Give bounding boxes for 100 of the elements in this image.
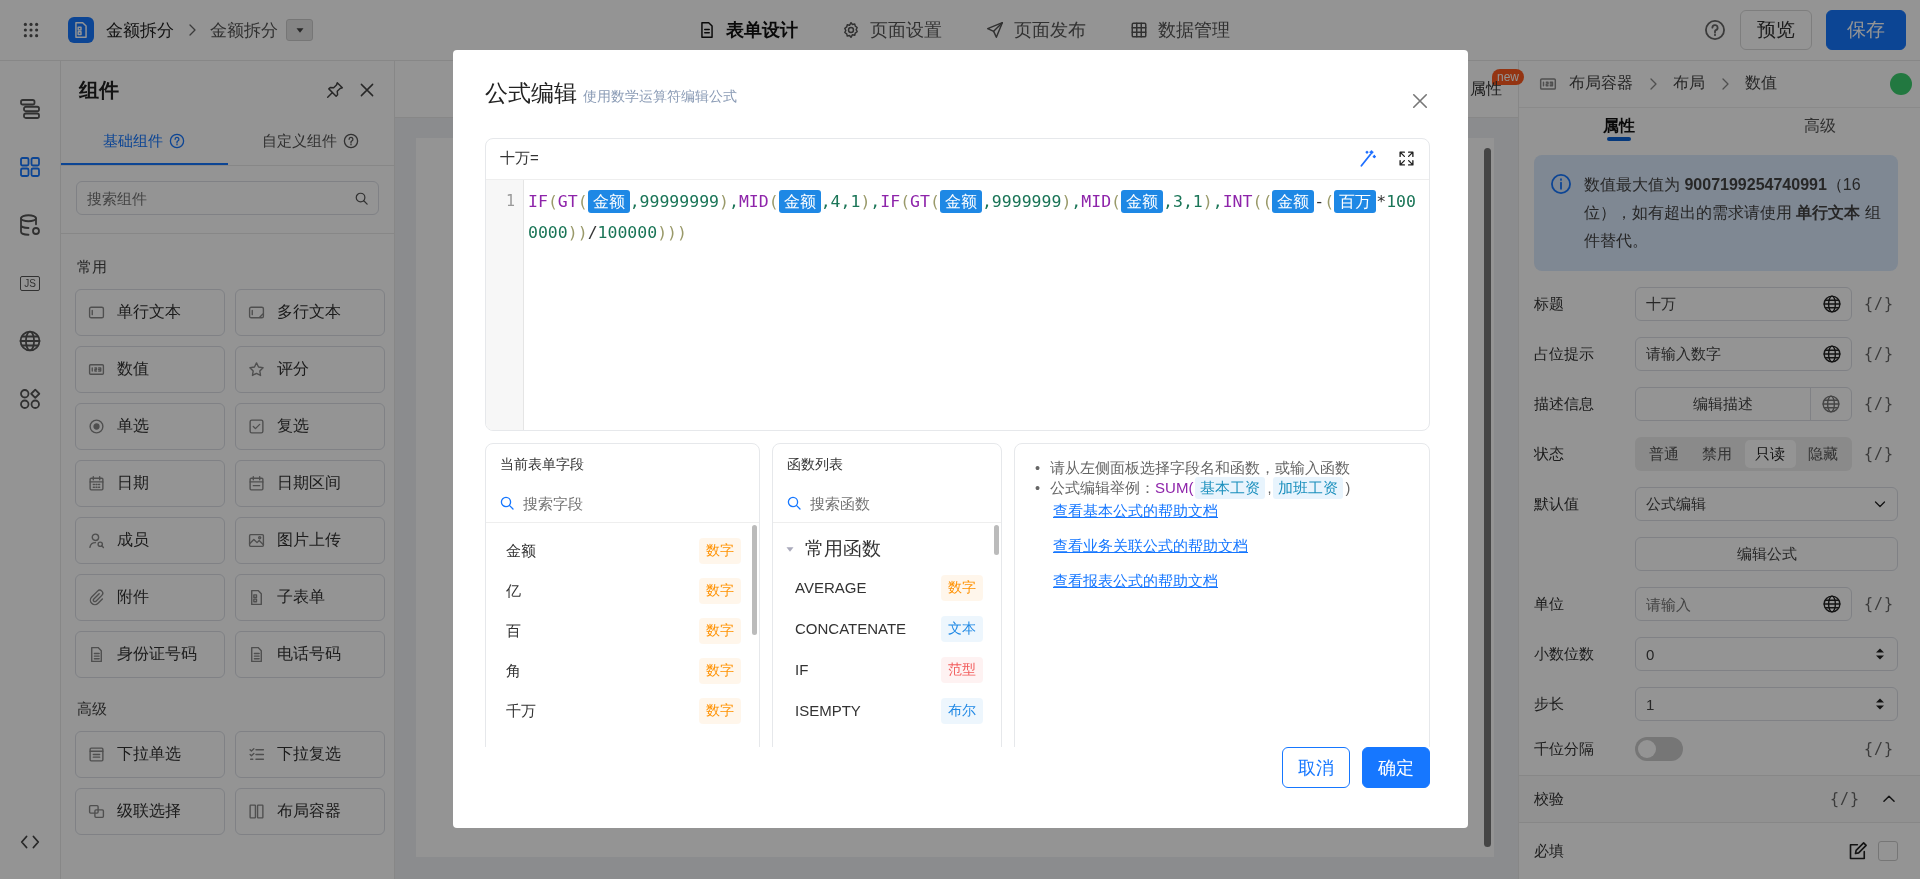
search-field[interactable]: 搜索组件 xyxy=(76,181,379,215)
field-token: 金额 xyxy=(1121,189,1163,213)
component-item[interactable]: 身份证号码 xyxy=(75,631,225,678)
segment-option[interactable]: 只读 xyxy=(1744,440,1796,468)
components-icon xyxy=(18,155,42,179)
component-item[interactable]: 日期区间 xyxy=(235,460,385,507)
variable-button[interactable]: {/} xyxy=(1829,790,1860,808)
breadcrumb-item[interactable]: 布局 xyxy=(1673,73,1705,95)
confirm-button[interactable]: 确定 xyxy=(1362,747,1430,789)
dialog-title: 公式编辑 xyxy=(485,79,577,108)
component-item[interactable]: 附件 xyxy=(75,574,225,621)
number-field[interactable]: 0 xyxy=(1635,637,1898,671)
panel-tab[interactable]: 属性 xyxy=(1519,107,1720,145)
search-field[interactable]: 搜索函数 xyxy=(808,493,988,513)
checklist-icon xyxy=(248,746,265,763)
function-item[interactable]: CONCATENATE 文本 xyxy=(795,608,983,650)
panel-tab[interactable]: 基础组件 xyxy=(61,119,228,165)
panel-title: 当前表单字段 xyxy=(499,455,585,475)
variable-button[interactable]: {/} xyxy=(1863,445,1894,463)
component-item[interactable]: 布局容器 xyxy=(235,788,385,835)
cancel-button[interactable]: 取消 xyxy=(1282,747,1350,789)
document-icon xyxy=(248,589,265,606)
magic-wand-icon[interactable] xyxy=(1358,149,1376,168)
nav-tab[interactable]: 页面设置 xyxy=(842,18,942,42)
close-icon[interactable] xyxy=(358,81,376,99)
function-item[interactable]: AVERAGE 数字 xyxy=(795,567,983,609)
panel-tab[interactable]: 高级 xyxy=(1719,107,1920,145)
function-group[interactable]: 常用函数 xyxy=(783,531,983,568)
variable-button[interactable]: {/} xyxy=(1863,295,1894,313)
field-item[interactable]: 亿 数字 xyxy=(506,571,741,612)
component-item[interactable]: 下拉复选 xyxy=(235,731,385,778)
help-icon xyxy=(169,133,186,149)
help-icon xyxy=(343,133,360,149)
toggle-switch[interactable] xyxy=(1635,737,1683,761)
component-item[interactable]: 单选 xyxy=(75,403,225,450)
help-icon[interactable] xyxy=(1704,19,1726,41)
nav-tab[interactable]: 数据管理 xyxy=(1130,18,1230,42)
select-field[interactable]: 公式编辑 xyxy=(1635,487,1898,521)
help-link[interactable]: 查看报表公式的帮助文档 xyxy=(1053,572,1218,592)
breadcrumb-item[interactable]: 数值 xyxy=(1745,73,1777,95)
fullscreen-icon[interactable] xyxy=(1398,150,1415,168)
person-icon xyxy=(88,532,105,549)
component-item[interactable]: 图片上传 xyxy=(235,517,385,564)
function-item[interactable]: IF 范型 xyxy=(795,649,983,691)
variable-button[interactable]: {/} xyxy=(1863,740,1894,758)
help-link[interactable]: 查看业务关联公式的帮助文档 xyxy=(1053,537,1248,557)
panel-title: 函数列表 xyxy=(786,455,844,475)
preview-button[interactable]: 预览 xyxy=(1740,10,1812,50)
breadcrumb-item[interactable]: 布局容器 xyxy=(1569,73,1633,95)
columns-icon xyxy=(248,803,265,820)
field-label: 占位提示 xyxy=(1534,344,1595,364)
number-field[interactable]: 1 xyxy=(1635,687,1898,721)
text-field[interactable]: 十万 xyxy=(1635,287,1852,321)
component-item[interactable]: 评分 xyxy=(235,346,385,393)
star-icon xyxy=(248,361,265,378)
segment-option[interactable]: 普通 xyxy=(1638,440,1690,468)
segment-option[interactable]: 隐藏 xyxy=(1797,440,1849,468)
nav-tab[interactable]: 页面发布 xyxy=(986,18,1086,42)
component-item[interactable]: 复选 xyxy=(235,403,385,450)
component-item[interactable]: 子表单 xyxy=(235,574,385,621)
field-label: 千位分隔 xyxy=(1534,739,1595,759)
component-item[interactable]: 下拉单选 xyxy=(75,731,225,778)
bullet: • xyxy=(1035,479,1041,498)
help-link[interactable]: 查看基本公式的帮助文档 xyxy=(1053,502,1218,522)
text-field[interactable]: 请输入 xyxy=(1635,587,1852,621)
component-item[interactable]: 单行文本 xyxy=(75,289,225,336)
variable-button[interactable]: {/} xyxy=(1863,595,1894,613)
function-item[interactable]: ISEMPTY 布尔 xyxy=(795,690,983,732)
field-item[interactable]: 百 数字 xyxy=(506,611,741,652)
pin-icon[interactable] xyxy=(326,81,344,99)
component-item[interactable]: 成员 xyxy=(75,517,225,564)
save-button[interactable]: 保存 xyxy=(1826,10,1906,50)
calendar-icon xyxy=(88,475,105,492)
search-icon xyxy=(786,495,802,512)
app-grid-icon[interactable] xyxy=(22,21,40,39)
search-field[interactable]: 搜索字段 xyxy=(521,493,746,513)
edit-icon[interactable] xyxy=(1848,841,1868,861)
segment-option[interactable]: 禁用 xyxy=(1691,440,1743,468)
field-item[interactable]: 千万 数字 xyxy=(506,691,741,732)
text-field[interactable]: 请输入数字 xyxy=(1635,337,1852,371)
edit-formula-button[interactable]: 编辑公式 xyxy=(1635,537,1898,571)
search-icon xyxy=(354,191,369,206)
type-tag: 数字 xyxy=(699,538,741,565)
edit-description-button[interactable]: 编辑描述 xyxy=(1635,387,1852,421)
variable-button[interactable]: {/} xyxy=(1863,395,1894,413)
field-item[interactable]: 角 数字 xyxy=(506,651,741,692)
sidebar-button[interactable]: JS xyxy=(10,269,50,297)
component-item[interactable]: 数值 xyxy=(75,346,225,393)
nav-tab[interactable]: 表单设计 xyxy=(698,18,798,42)
component-item[interactable]: 级联选择 xyxy=(75,788,225,835)
field-label: 状态 xyxy=(1534,444,1565,464)
dropdown-button[interactable] xyxy=(286,19,313,41)
checkbox[interactable] xyxy=(1878,841,1898,861)
panel-tab[interactable]: 自定义组件 xyxy=(227,119,394,165)
component-item[interactable]: 日期 xyxy=(75,460,225,507)
formula-editor[interactable]: IF(GT( 金额 ,99999999),MID( 金额 ,4,1),IF(GT( 金额 ,9999999),MID( 金额 ,3,1),INT(( 金额 -( 百万 *1000000))/100000))) xyxy=(524,179,1429,431)
component-item[interactable]: 多行文本 xyxy=(235,289,385,336)
field-item[interactable]: 金额 数字 xyxy=(506,531,741,572)
variable-button[interactable]: {/} xyxy=(1863,345,1894,363)
component-item[interactable]: 电话号码 xyxy=(235,631,385,678)
